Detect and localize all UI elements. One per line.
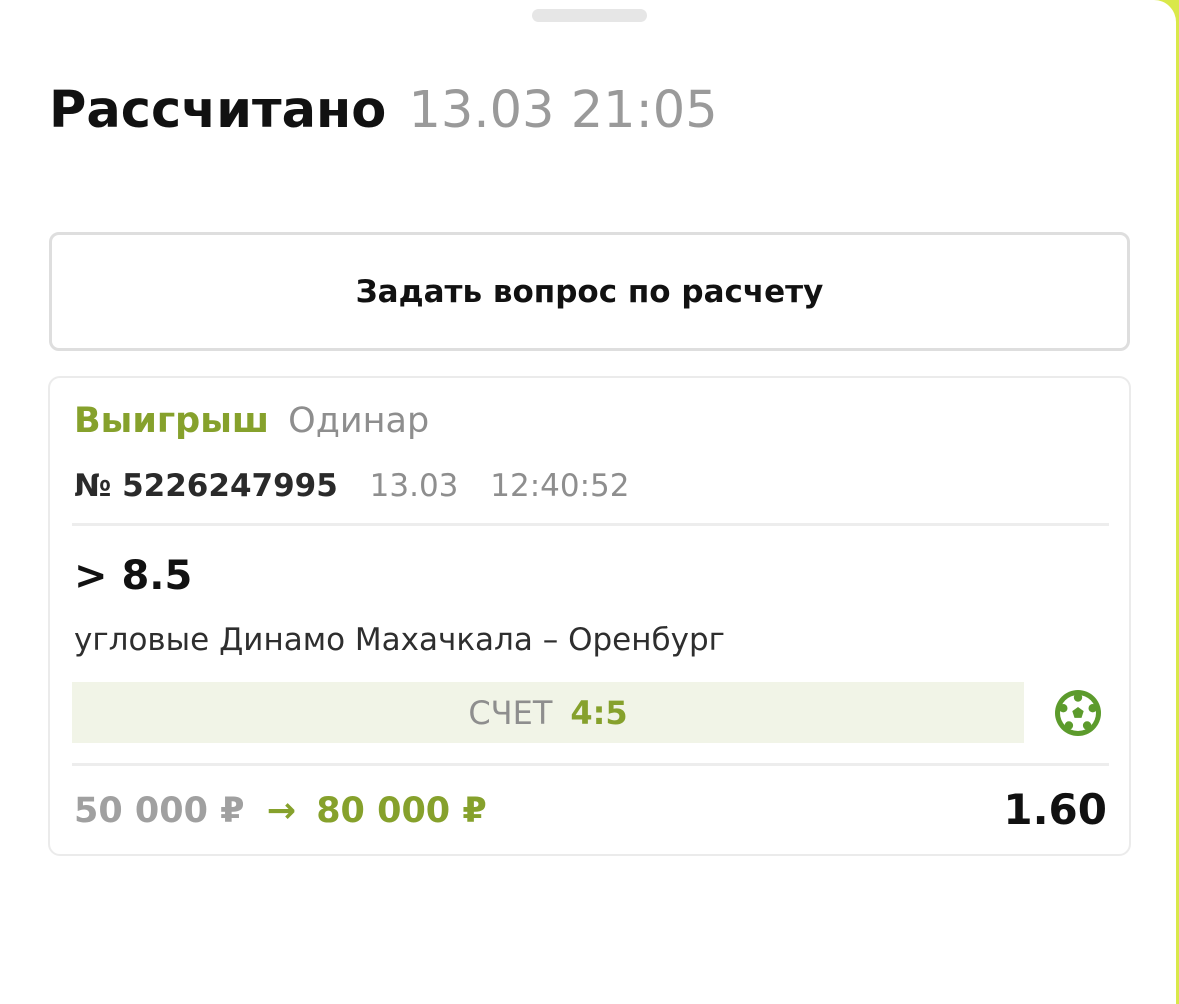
score-label: СЧЕТ [468,693,553,732]
arrow-right-icon: → [266,791,297,831]
divider [72,523,1109,526]
bet-title: Выигрыш Одинар [74,398,429,444]
bet-outcome: > 8.5 [74,553,193,599]
bet-amounts: 50 000 ₽ → 80 000 ₽ [74,788,487,834]
payout-amount: 80 000 ₽ [316,791,487,831]
bet-meta: № 5226247995 13.03 12:40:52 [74,466,630,506]
settlement-datetime: 13.03 21:05 [408,81,718,140]
bet-type: Одинар [288,401,430,441]
score-value: 4:5 [570,693,628,732]
bet-odds: 1.60 [1003,785,1107,834]
bet-time: 12:40:52 [490,468,630,504]
bet-number: № 5226247995 [74,468,338,504]
ask-question-button[interactable]: Задать вопрос по расчету [49,232,1130,351]
bottom-sheet: Рассчитано 13.03 21:05 Задать вопрос по … [0,0,1176,1004]
ask-question-label: Задать вопрос по расчету [355,273,824,310]
stake-amount: 50 000 ₽ [74,791,245,831]
score-bar: СЧЕТ 4:5 [72,682,1024,743]
bet-result: Выигрыш [74,401,270,441]
divider [72,763,1109,766]
drag-handle[interactable] [532,9,647,22]
event-name: угловые Динамо Махачкала – Оренбург [74,622,725,658]
bet-date: 13.03 [369,468,459,504]
page-title: Рассчитано 13.03 21:05 [49,78,718,144]
soccer-ball-icon [1055,690,1101,736]
settlement-status: Рассчитано [49,81,387,140]
bet-card[interactable]: Выигрыш Одинар № 5226247995 13.03 12:40:… [48,376,1131,856]
